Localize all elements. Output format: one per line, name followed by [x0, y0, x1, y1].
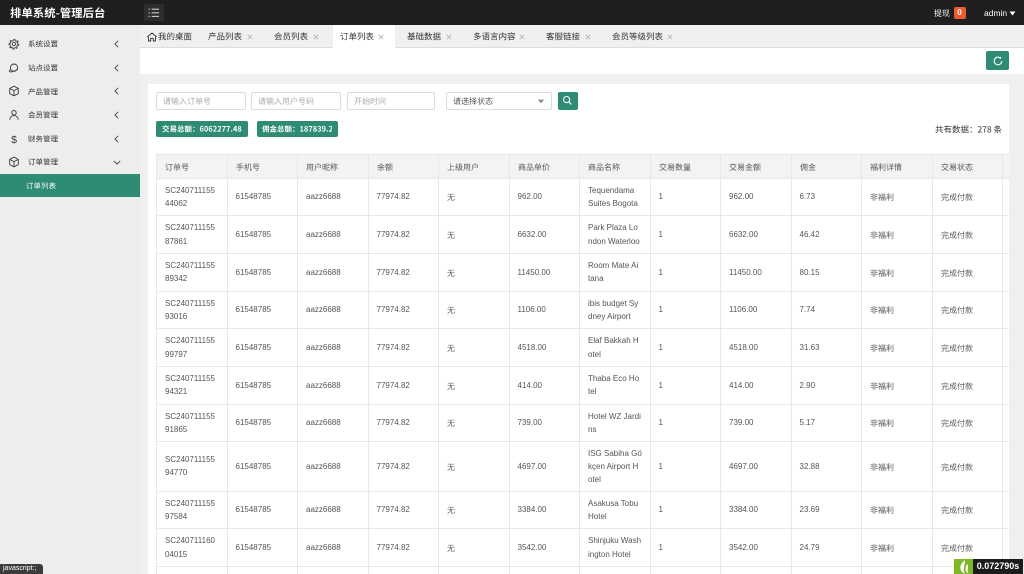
svg-text:$: $	[11, 134, 17, 145]
